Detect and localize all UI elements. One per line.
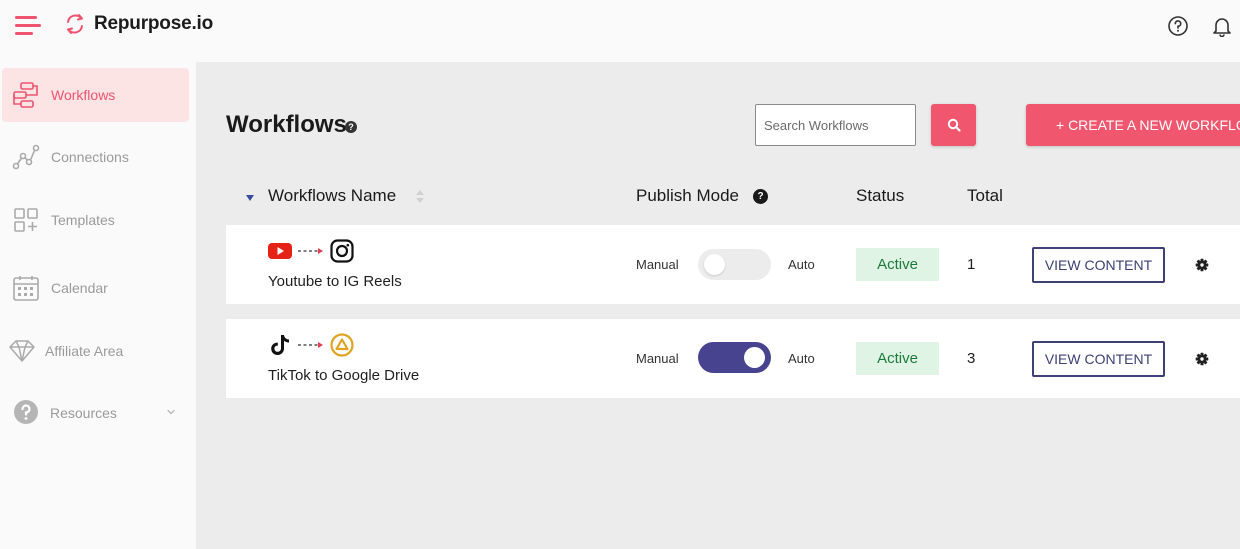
sidebar-item-affiliate-area[interactable]: Affiliate Area: [2, 324, 189, 378]
gear-icon[interactable]: [1195, 258, 1209, 272]
workflow-icons: [268, 333, 354, 357]
publish-mode-toggle[interactable]: [698, 342, 771, 373]
app-name: Repurpose.io: [94, 13, 214, 34]
column-header-name[interactable]: Workflows Name: [268, 186, 396, 206]
status-badge: Active: [856, 248, 939, 281]
toggle-knob: [744, 347, 765, 368]
search-button[interactable]: [931, 104, 976, 146]
workflow-name[interactable]: TikTok to Google Drive: [268, 367, 419, 384]
tiktok-icon: [271, 335, 289, 355]
sidebar-item-label: Affiliate Area: [45, 343, 124, 359]
status-badge: Active: [856, 342, 939, 375]
sidebar-item-label: Calendar: [51, 280, 108, 296]
question-circle-icon[interactable]: [1167, 15, 1189, 37]
search-icon: [947, 118, 961, 132]
sidebar-item-label: Connections: [51, 149, 129, 165]
arrow-right-icon: [298, 248, 323, 254]
calendar-icon: [13, 276, 39, 301]
instagram-icon: [330, 239, 354, 263]
view-content-button[interactable]: VIEW CONTENT: [1032, 341, 1165, 377]
sort-icon[interactable]: [416, 190, 424, 204]
sort-desc-icon[interactable]: [246, 195, 254, 201]
total-count: 3: [967, 350, 976, 367]
workflow-name[interactable]: Youtube to IG Reels: [268, 273, 402, 290]
sidebar-item-templates[interactable]: Templates: [2, 193, 189, 247]
chevron-down-icon: [167, 409, 175, 415]
diamond-icon: [9, 340, 35, 362]
sidebar-item-resources[interactable]: Resources: [2, 386, 189, 440]
sidebar-item-connections[interactable]: Connections: [2, 130, 189, 184]
bell-icon[interactable]: [1211, 15, 1233, 37]
auto-label: Auto: [788, 257, 815, 272]
manual-label: Manual: [636, 351, 679, 366]
column-header-publish-mode: Publish Mode: [636, 186, 740, 205]
auto-label: Auto: [788, 351, 815, 366]
google-drive-icon: [330, 333, 354, 357]
gear-icon[interactable]: [1195, 352, 1209, 366]
workflow-icon: [13, 82, 38, 108]
repurpose-logo-icon: [67, 14, 83, 34]
workflow-icons: [268, 239, 354, 263]
sidebar-item-label: Templates: [51, 212, 115, 228]
sidebar-item-label: Resources: [50, 405, 117, 421]
workflow-row: Youtube to IG Reels Manual Auto Active 1…: [226, 225, 1240, 304]
create-workflow-button[interactable]: + CREATE A NEW WORKFLOW: [1026, 104, 1240, 146]
page-title: Workflows: [226, 111, 347, 138]
workflow-row: TikTok to Google Drive Manual Auto Activ…: [226, 319, 1240, 398]
column-header-status: Status: [856, 186, 905, 205]
app-logo[interactable]: Repurpose.io: [64, 13, 213, 35]
manual-label: Manual: [636, 257, 679, 272]
sidebar-item-label: Workflows: [51, 87, 116, 103]
help-circle-icon: [14, 400, 38, 424]
top-bar: Repurpose.io: [0, 0, 1240, 62]
connections-icon: [12, 144, 40, 170]
templates-icon: [14, 208, 38, 232]
column-header-total: Total: [967, 186, 1003, 205]
search-input[interactable]: [755, 104, 916, 146]
sidebar: Workflows Connections Templates Calendar: [0, 62, 196, 549]
sidebar-item-workflows[interactable]: Workflows: [2, 68, 189, 122]
publish-mode-help-icon[interactable]: ?: [753, 189, 768, 204]
toggle-knob: [704, 254, 725, 275]
publish-mode-toggle[interactable]: [698, 249, 771, 280]
title-help-icon[interactable]: ?: [345, 121, 357, 133]
sidebar-item-calendar[interactable]: Calendar: [2, 261, 189, 315]
youtube-icon: [268, 243, 292, 259]
arrow-right-icon: [298, 342, 323, 348]
total-count: 1: [967, 256, 976, 273]
view-content-button[interactable]: VIEW CONTENT: [1032, 247, 1165, 283]
hamburger-icon[interactable]: [15, 16, 41, 36]
